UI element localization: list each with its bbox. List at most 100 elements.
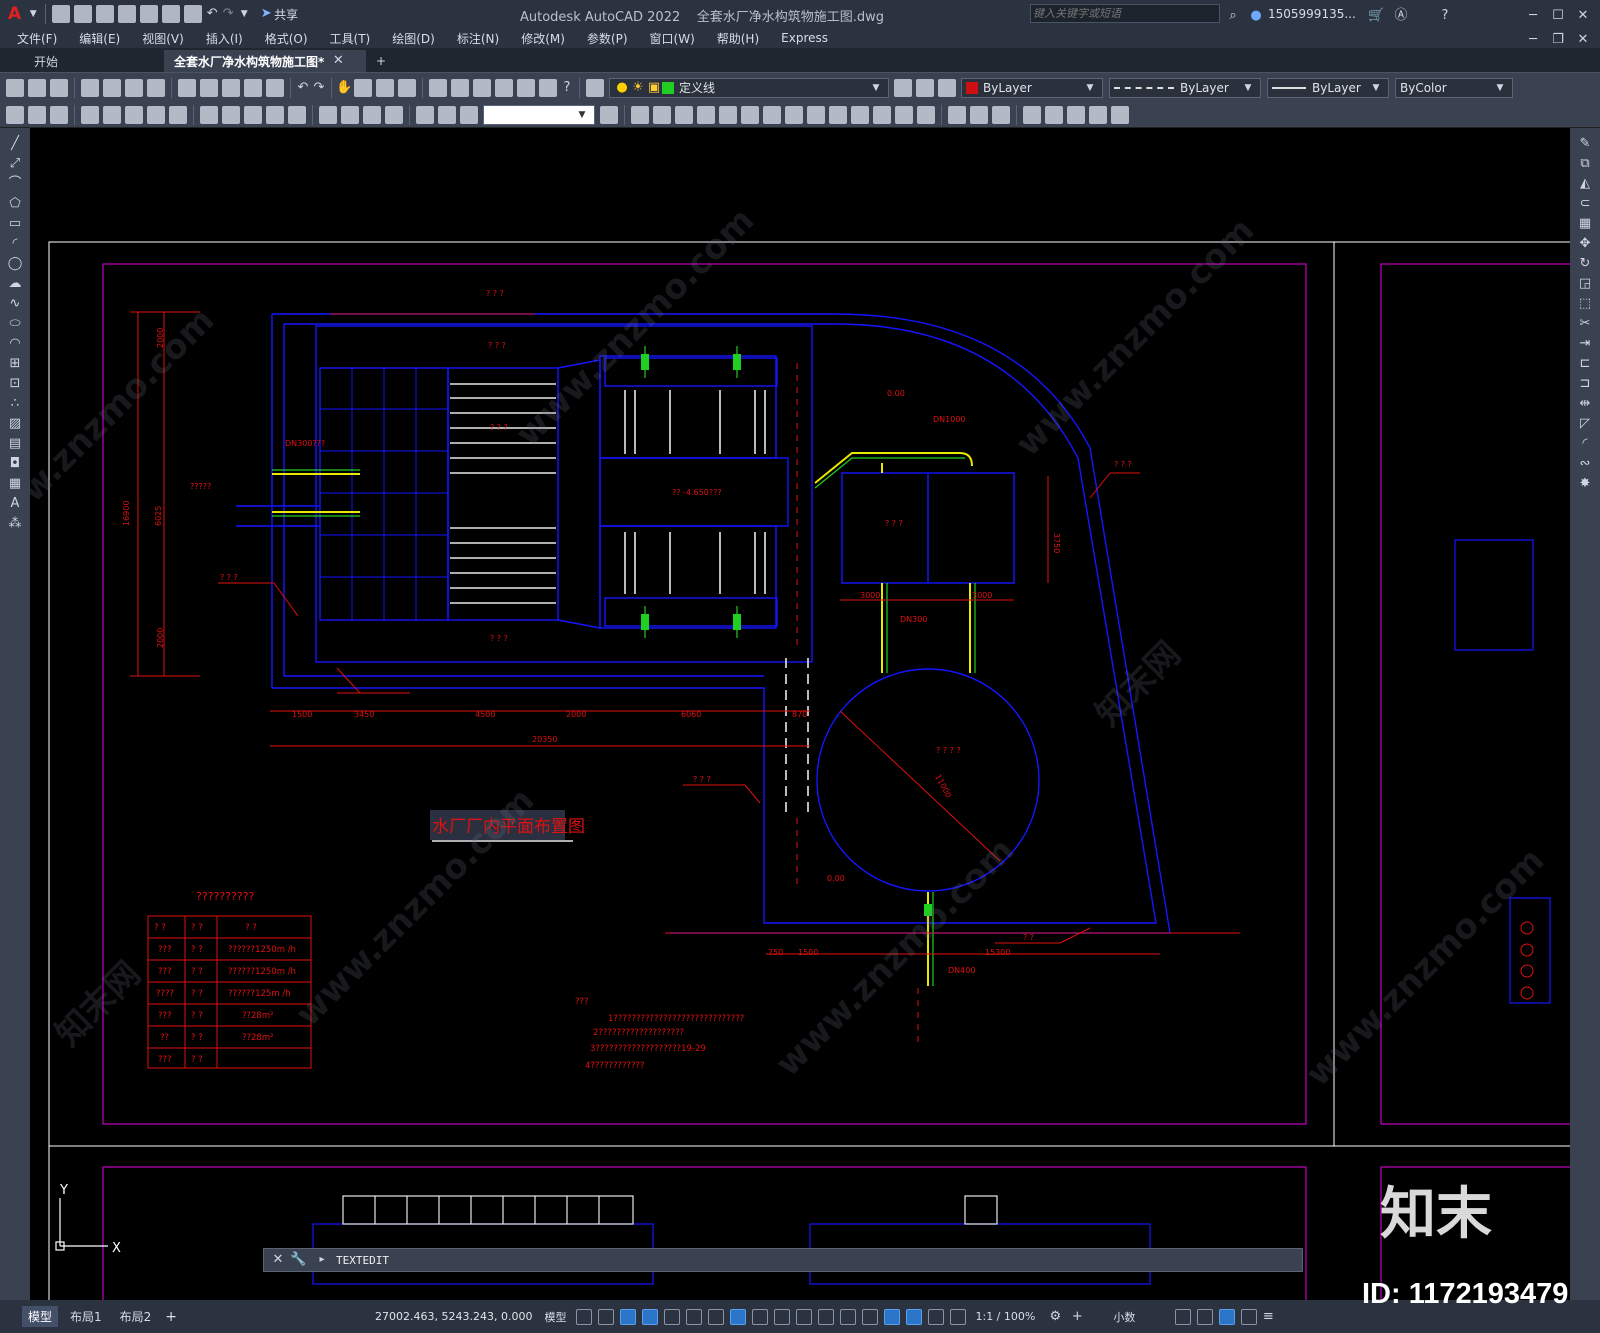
- menu-insert[interactable]: 插入(I): [206, 30, 243, 47]
- infer-constraints-icon[interactable]: [620, 1308, 637, 1325]
- 3d-align-icon[interactable]: [1067, 105, 1085, 124]
- ortho-toggle-icon[interactable]: [642, 1308, 659, 1325]
- blend-curves-icon[interactable]: ∾: [1577, 456, 1593, 472]
- fillet-icon[interactable]: ◜: [1577, 436, 1593, 452]
- extrude-icon[interactable]: [829, 105, 847, 124]
- design-center-icon[interactable]: [451, 78, 469, 97]
- doc-close-icon[interactable]: ✕: [1575, 32, 1591, 48]
- dim-break-icon[interactable]: [288, 105, 306, 124]
- quickcalc-icon[interactable]: [539, 78, 557, 97]
- command-line[interactable]: ✕ 🔧 ▸ TEXTEDIT: [263, 1248, 1303, 1272]
- loft-icon[interactable]: [917, 105, 935, 124]
- menu-help[interactable]: 帮助(H): [717, 30, 759, 47]
- arc-icon[interactable]: ◜: [7, 236, 23, 252]
- match-properties-icon[interactable]: [244, 78, 262, 97]
- dim-arc-icon[interactable]: [50, 105, 68, 124]
- menu-tools[interactable]: 工具(T): [330, 30, 371, 47]
- 3d-array-icon[interactable]: [1089, 105, 1107, 124]
- center-mark-icon[interactable]: [341, 105, 359, 124]
- doc-restore-icon[interactable]: ❐: [1550, 32, 1566, 48]
- dim-angular-icon[interactable]: [169, 105, 187, 124]
- dim-style-dropdown[interactable]: ▼: [483, 104, 595, 125]
- save-as-icon[interactable]: [118, 5, 137, 23]
- gradient-icon[interactable]: ▤: [7, 436, 23, 452]
- array-icon[interactable]: ▦: [1577, 216, 1593, 232]
- 3d-move-icon[interactable]: [1023, 105, 1041, 124]
- box-icon[interactable]: [631, 105, 649, 124]
- object-snap-tracking-icon[interactable]: [708, 1308, 725, 1325]
- minimize-icon[interactable]: ─: [1525, 8, 1541, 24]
- point-icon[interactable]: ∴: [7, 396, 23, 412]
- menu-file[interactable]: 文件(F): [17, 30, 57, 47]
- menu-draw[interactable]: 绘图(D): [392, 30, 435, 47]
- annotation-visibility-icon[interactable]: [906, 1308, 923, 1325]
- offset-icon[interactable]: ⊂: [1577, 196, 1593, 212]
- circle-icon[interactable]: ◯: [7, 256, 23, 272]
- dim-jogged-icon[interactable]: [125, 105, 143, 124]
- erase-icon[interactable]: ✎: [1577, 136, 1593, 152]
- pyramid-icon[interactable]: [763, 105, 781, 124]
- sheet-set-icon[interactable]: [495, 78, 513, 97]
- dim-style-icon[interactable]: [600, 105, 618, 124]
- polygon-icon[interactable]: ⬠: [7, 196, 23, 212]
- ellipse-icon[interactable]: ⬭: [7, 316, 23, 332]
- line-icon[interactable]: ╱: [7, 136, 23, 152]
- menu-window[interactable]: 窗口(W): [650, 30, 695, 47]
- torus-icon[interactable]: [741, 105, 759, 124]
- layer-previous-icon[interactable]: [916, 78, 934, 97]
- zoom-window-icon[interactable]: [376, 78, 394, 97]
- rectangle-icon[interactable]: ▭: [7, 216, 23, 232]
- menu-modify[interactable]: 修改(M): [521, 30, 565, 47]
- stretch-icon[interactable]: ⬚: [1577, 296, 1593, 312]
- object-snap-icon[interactable]: [730, 1308, 747, 1325]
- trim-icon[interactable]: ✂: [1577, 316, 1593, 332]
- isodraft-icon[interactable]: [686, 1308, 703, 1325]
- tool-palettes-icon[interactable]: [473, 78, 491, 97]
- customization-icon[interactable]: ≡: [1260, 1309, 1276, 1325]
- dynamic-ucs-icon[interactable]: [840, 1308, 857, 1325]
- break-icon[interactable]: ⊐: [1577, 376, 1593, 392]
- properties-icon[interactable]: [429, 78, 447, 97]
- drawing-canvas[interactable]: ? ? ? ? ? ? ? ? ? ? ? ? ? ? ? ? ? ? ? ? …: [30, 128, 1570, 1300]
- dim-baseline-icon[interactable]: [222, 105, 240, 124]
- autodesk-a360-icon[interactable]: Ⓐ: [1393, 8, 1409, 24]
- customize-icon[interactable]: ▼: [236, 6, 252, 22]
- color-dropdown[interactable]: ByLayer ▼: [961, 77, 1103, 98]
- maximize-icon[interactable]: ☐: [1550, 8, 1566, 24]
- markup-icon[interactable]: [517, 78, 535, 97]
- app-menu-chevron-icon[interactable]: ▼: [25, 6, 41, 22]
- lock-ui-icon[interactable]: [1197, 1308, 1214, 1325]
- grid-toggle-icon[interactable]: [576, 1308, 593, 1325]
- dim-diameter-icon[interactable]: [147, 105, 165, 124]
- snap-toggle-icon[interactable]: [598, 1308, 615, 1325]
- cylinder-icon[interactable]: [719, 105, 737, 124]
- jogged-linear-icon[interactable]: [385, 105, 403, 124]
- mirror-icon[interactable]: ◭: [1577, 176, 1593, 192]
- subtract-icon[interactable]: [970, 105, 988, 124]
- dim-ordinate-icon[interactable]: [81, 105, 99, 124]
- preview-icon[interactable]: [103, 78, 121, 97]
- model-space-toggle[interactable]: 模型: [544, 1309, 566, 1325]
- export-icon[interactable]: [162, 5, 181, 23]
- break-at-point-icon[interactable]: ⊏: [1577, 356, 1593, 372]
- quick-properties-icon[interactable]: [1175, 1308, 1192, 1325]
- annotation-scale-icon[interactable]: [950, 1308, 967, 1325]
- undo-icon[interactable]: ↶: [204, 6, 220, 22]
- planar-surface-icon[interactable]: [807, 105, 825, 124]
- polyline-icon[interactable]: ⌒: [7, 176, 23, 192]
- zoom-previous-icon[interactable]: [398, 78, 416, 97]
- intersect-icon[interactable]: [992, 105, 1010, 124]
- user-icon[interactable]: ●: [1248, 8, 1264, 24]
- user-name[interactable]: 1505999135...: [1268, 7, 1356, 21]
- dim-radius-icon[interactable]: [103, 105, 121, 124]
- workspace-gear-icon[interactable]: ⚙: [1047, 1309, 1063, 1325]
- union-icon[interactable]: [948, 105, 966, 124]
- make-block-icon[interactable]: ⊡: [7, 376, 23, 392]
- annotation-monitor-icon[interactable]: +: [1069, 1309, 1085, 1325]
- copy-object-icon[interactable]: ⧉: [1577, 156, 1593, 172]
- new-file-icon[interactable]: [52, 5, 71, 23]
- help-icon[interactable]: ?: [1437, 8, 1453, 24]
- table-icon[interactable]: ▦: [7, 476, 23, 492]
- save-toolbar-icon[interactable]: [50, 78, 68, 97]
- save-icon[interactable]: [96, 5, 115, 23]
